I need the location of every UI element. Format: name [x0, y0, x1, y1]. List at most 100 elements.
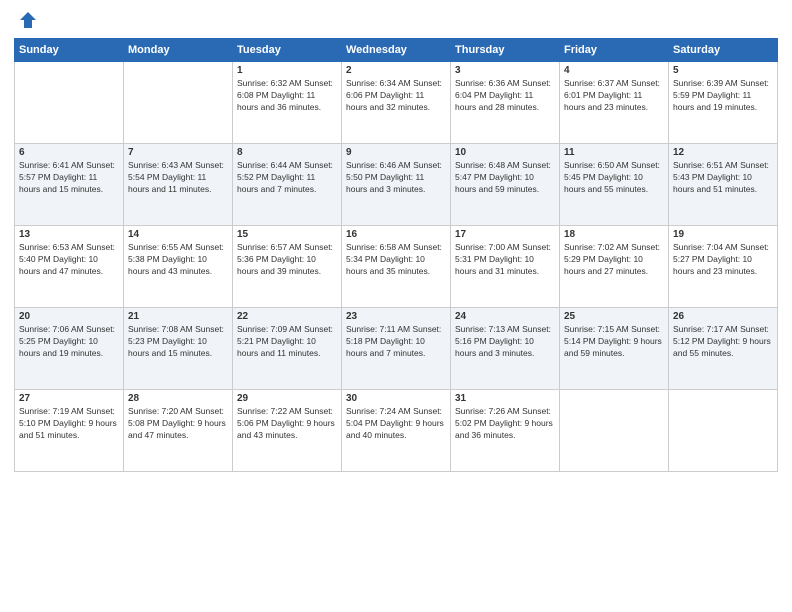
calendar-cell: [15, 62, 124, 144]
day-info: Sunrise: 6:43 AM Sunset: 5:54 PM Dayligh…: [128, 160, 228, 196]
day-number: 21: [128, 311, 228, 322]
day-number: 4: [564, 65, 664, 76]
weekday-header: Monday: [124, 39, 233, 62]
calendar-table: SundayMondayTuesdayWednesdayThursdayFrid…: [14, 38, 778, 472]
day-number: 23: [346, 311, 446, 322]
day-number: 12: [673, 147, 773, 158]
calendar-cell: 14 Sunrise: 6:55 AM Sunset: 5:38 PM Dayli…: [124, 226, 233, 308]
day-info: Sunrise: 6:37 AM Sunset: 6:01 PM Dayligh…: [564, 78, 664, 114]
day-number: 10: [455, 147, 555, 158]
day-info: Sunrise: 7:09 AM Sunset: 5:21 PM Dayligh…: [237, 324, 337, 360]
calendar-week-row: 20Sunrise: 7:06 AM Sunset: 5:25 PM Dayli…: [15, 308, 778, 390]
day-number: 31: [455, 393, 555, 404]
calendar-cell: 10 Sunrise: 6:48 AM Sunset: 5:47 PM Dayli…: [451, 144, 560, 226]
day-number: 24: [455, 311, 555, 322]
day-info: Sunrise: 6:46 AM Sunset: 5:50 PM Dayligh…: [346, 160, 446, 196]
day-number: 14: [128, 229, 228, 240]
day-info: Sunrise: 6:36 AM Sunset: 6:04 PM Dayligh…: [455, 78, 555, 114]
calendar-cell: 26 Sunrise: 7:17 AM Sunset: 5:12 PM Dayli…: [669, 308, 778, 390]
weekday-header: Wednesday: [342, 39, 451, 62]
day-info: Sunrise: 7:17 AM Sunset: 5:12 PM Dayligh…: [673, 324, 773, 360]
calendar-cell: [560, 390, 669, 472]
calendar-cell: 29 Sunrise: 7:22 AM Sunset: 5:06 PM Dayli…: [233, 390, 342, 472]
calendar-cell: 28Sunrise: 7:20 AM Sunset: 5:08 PM Dayli…: [124, 390, 233, 472]
day-info: Sunrise: 6:32 AM Sunset: 6:08 PM Dayligh…: [237, 78, 337, 114]
day-info: Sunrise: 6:51 AM Sunset: 5:43 PM Dayligh…: [673, 160, 773, 196]
calendar-week-row: 27 Sunrise: 7:19 AM Sunset: 5:10 PM Dayli…: [15, 390, 778, 472]
day-info: Sunrise: 6:57 AM Sunset: 5:36 PM Dayligh…: [237, 242, 337, 278]
day-number: 30: [346, 393, 446, 404]
day-info: Sunrise: 6:34 AM Sunset: 6:06 PM Dayligh…: [346, 78, 446, 114]
day-info: Sunrise: 6:58 AM Sunset: 5:34 PM Dayligh…: [346, 242, 446, 278]
day-number: 19: [673, 229, 773, 240]
calendar-cell: 31Sunrise: 7:26 AM Sunset: 5:02 PM Dayli…: [451, 390, 560, 472]
day-number: 2: [346, 65, 446, 76]
calendar-cell: 20Sunrise: 7:06 AM Sunset: 5:25 PM Dayli…: [15, 308, 124, 390]
weekday-header: Thursday: [451, 39, 560, 62]
calendar-cell: 1 Sunrise: 6:32 AM Sunset: 6:08 PM Daylig…: [233, 62, 342, 144]
calendar-cell: 21Sunrise: 7:08 AM Sunset: 5:23 PM Dayli…: [124, 308, 233, 390]
logo: [14, 10, 38, 30]
day-info: Sunrise: 7:22 AM Sunset: 5:06 PM Dayligh…: [237, 406, 337, 442]
day-number: 25: [564, 311, 664, 322]
day-number: 7: [128, 147, 228, 158]
header: [14, 10, 778, 30]
day-number: 22: [237, 311, 337, 322]
day-number: 3: [455, 65, 555, 76]
day-info: Sunrise: 6:44 AM Sunset: 5:52 PM Dayligh…: [237, 160, 337, 196]
calendar-cell: 24 Sunrise: 7:13 AM Sunset: 5:16 PM Dayli…: [451, 308, 560, 390]
day-info: Sunrise: 6:50 AM Sunset: 5:45 PM Dayligh…: [564, 160, 664, 196]
day-number: 18: [564, 229, 664, 240]
calendar-week-row: 6 Sunrise: 6:41 AM Sunset: 5:57 PM Daylig…: [15, 144, 778, 226]
weekday-header: Tuesday: [233, 39, 342, 62]
weekday-header: Saturday: [669, 39, 778, 62]
calendar-cell: 30Sunrise: 7:24 AM Sunset: 5:04 PM Dayli…: [342, 390, 451, 472]
day-number: 17: [455, 229, 555, 240]
day-info: Sunrise: 7:15 AM Sunset: 5:14 PM Dayligh…: [564, 324, 664, 360]
day-number: 9: [346, 147, 446, 158]
calendar-cell: 7 Sunrise: 6:43 AM Sunset: 5:54 PM Daylig…: [124, 144, 233, 226]
day-info: Sunrise: 6:41 AM Sunset: 5:57 PM Dayligh…: [19, 160, 119, 196]
day-number: 27: [19, 393, 119, 404]
calendar-cell: 4 Sunrise: 6:37 AM Sunset: 6:01 PM Daylig…: [560, 62, 669, 144]
day-info: Sunrise: 6:53 AM Sunset: 5:40 PM Dayligh…: [19, 242, 119, 278]
day-number: 1: [237, 65, 337, 76]
calendar-cell: 15 Sunrise: 6:57 AM Sunset: 5:36 PM Dayli…: [233, 226, 342, 308]
day-number: 20: [19, 311, 119, 322]
day-info: Sunrise: 7:00 AM Sunset: 5:31 PM Dayligh…: [455, 242, 555, 278]
day-number: 5: [673, 65, 773, 76]
calendar-cell: 3 Sunrise: 6:36 AM Sunset: 6:04 PM Daylig…: [451, 62, 560, 144]
logo-icon: [18, 10, 38, 30]
day-number: 29: [237, 393, 337, 404]
day-info: Sunrise: 6:55 AM Sunset: 5:38 PM Dayligh…: [128, 242, 228, 278]
day-number: 26: [673, 311, 773, 322]
day-number: 15: [237, 229, 337, 240]
calendar-cell: 19Sunrise: 7:04 AM Sunset: 5:27 PM Dayli…: [669, 226, 778, 308]
calendar-week-row: 1 Sunrise: 6:32 AM Sunset: 6:08 PM Daylig…: [15, 62, 778, 144]
day-info: Sunrise: 7:19 AM Sunset: 5:10 PM Dayligh…: [19, 406, 119, 442]
calendar-week-row: 13Sunrise: 6:53 AM Sunset: 5:40 PM Dayli…: [15, 226, 778, 308]
day-info: Sunrise: 7:13 AM Sunset: 5:16 PM Dayligh…: [455, 324, 555, 360]
calendar-cell: 12 Sunrise: 6:51 AM Sunset: 5:43 PM Dayli…: [669, 144, 778, 226]
calendar-cell: 27 Sunrise: 7:19 AM Sunset: 5:10 PM Dayli…: [15, 390, 124, 472]
calendar-cell: [124, 62, 233, 144]
calendar-cell: 11 Sunrise: 6:50 AM Sunset: 5:45 PM Dayli…: [560, 144, 669, 226]
calendar-cell: 22 Sunrise: 7:09 AM Sunset: 5:21 PM Dayli…: [233, 308, 342, 390]
weekday-header: Sunday: [15, 39, 124, 62]
calendar-cell: 13Sunrise: 6:53 AM Sunset: 5:40 PM Dayli…: [15, 226, 124, 308]
day-info: Sunrise: 6:48 AM Sunset: 5:47 PM Dayligh…: [455, 160, 555, 196]
day-number: 6: [19, 147, 119, 158]
day-info: Sunrise: 7:02 AM Sunset: 5:29 PM Dayligh…: [564, 242, 664, 278]
day-number: 11: [564, 147, 664, 158]
page: SundayMondayTuesdayWednesdayThursdayFrid…: [0, 0, 792, 612]
calendar-cell: 5Sunrise: 6:39 AM Sunset: 5:59 PM Daylig…: [669, 62, 778, 144]
day-number: 16: [346, 229, 446, 240]
calendar-cell: 16 Sunrise: 6:58 AM Sunset: 5:34 PM Dayli…: [342, 226, 451, 308]
calendar-cell: 17 Sunrise: 7:00 AM Sunset: 5:31 PM Dayli…: [451, 226, 560, 308]
calendar-cell: 6 Sunrise: 6:41 AM Sunset: 5:57 PM Daylig…: [15, 144, 124, 226]
day-number: 8: [237, 147, 337, 158]
calendar-cell: 9 Sunrise: 6:46 AM Sunset: 5:50 PM Daylig…: [342, 144, 451, 226]
day-info: Sunrise: 7:11 AM Sunset: 5:18 PM Dayligh…: [346, 324, 446, 360]
logo-text: [14, 10, 38, 30]
calendar-cell: [669, 390, 778, 472]
